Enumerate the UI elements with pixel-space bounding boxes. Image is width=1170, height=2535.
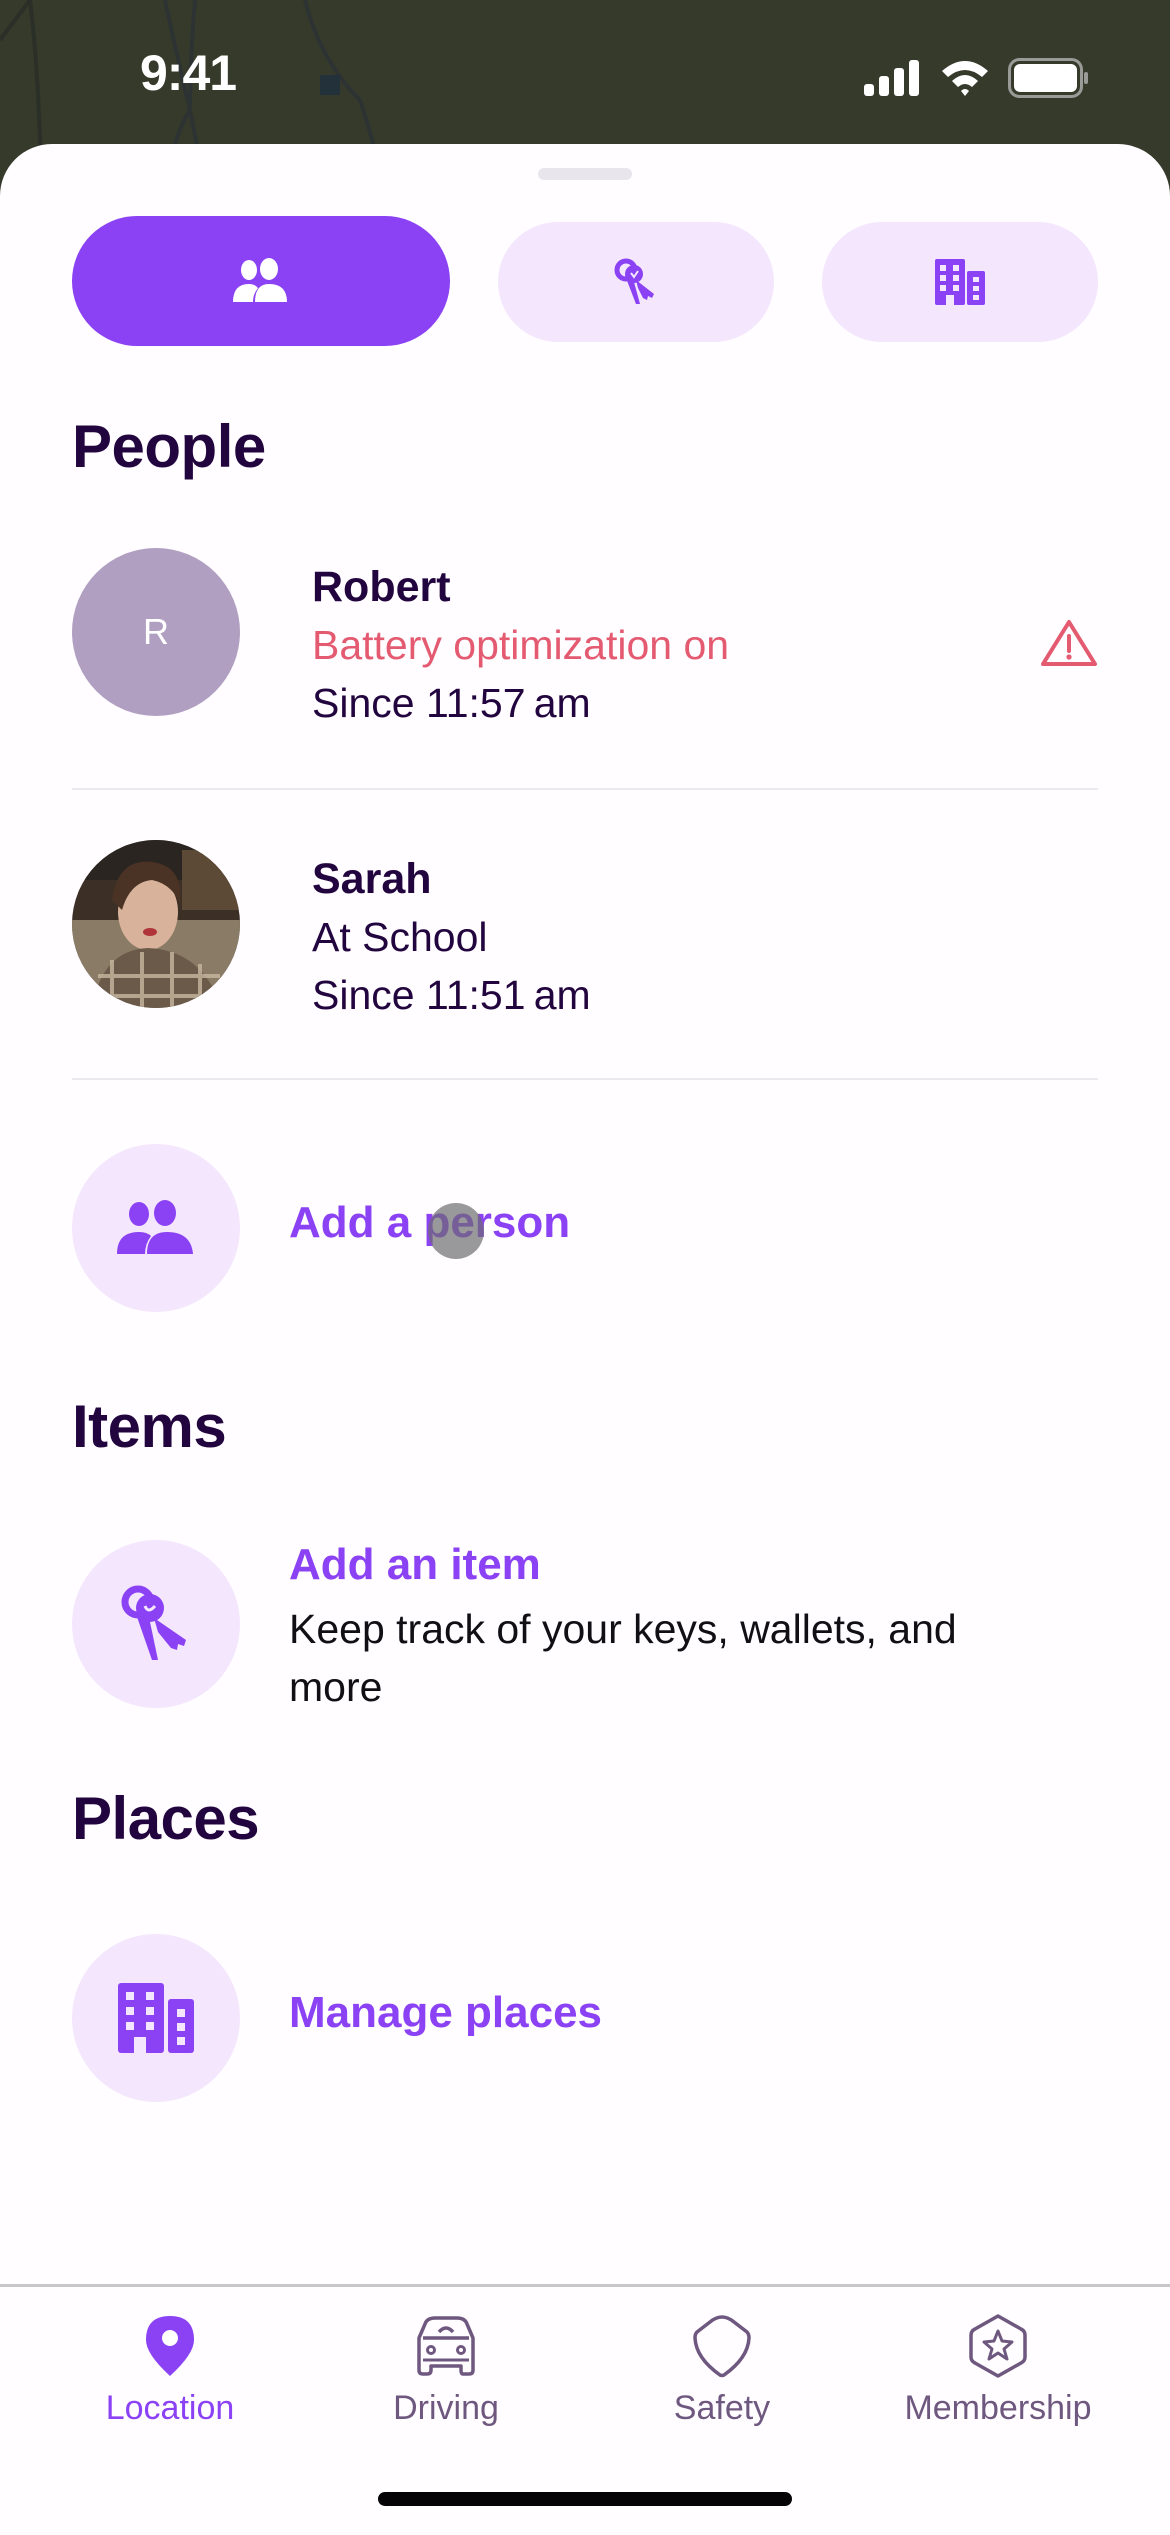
person-since: Since 11:51 am — [312, 972, 591, 1018]
keys-icon — [121, 1585, 186, 1660]
tab-label: Membership — [904, 2389, 1092, 2427]
touch-indicator — [428, 1203, 484, 1259]
divider — [72, 788, 1098, 790]
car-icon — [417, 2316, 475, 2376]
tab-label: Driving — [393, 2389, 499, 2427]
tab-driving[interactable]: Driving — [300, 2287, 592, 2447]
tab-membership[interactable]: Membership — [852, 2287, 1144, 2447]
tab-label: Safety — [673, 2389, 771, 2427]
keys-icon — [614, 258, 654, 304]
add-person-icon-circle — [72, 1144, 240, 1312]
cellular-signal-icon — [864, 60, 919, 96]
manage-places-label: Manage places — [289, 1988, 603, 2037]
people-section-title: People — [72, 413, 266, 480]
avatar-initial: R — [143, 611, 169, 652]
person-status: At School — [312, 914, 488, 960]
avatar-photo — [72, 840, 240, 1008]
sheet-grabber[interactable] — [538, 168, 632, 180]
avatar — [72, 840, 240, 1008]
tab-safety[interactable]: Safety — [576, 2287, 868, 2447]
tab-label: Location — [105, 2389, 235, 2427]
person-since: Since 11:57 am — [312, 680, 591, 726]
building-icon — [118, 1983, 194, 2053]
shield-icon — [693, 2315, 751, 2378]
add-item-description: Keep track of your keys, wallets, and mo… — [289, 1606, 957, 1710]
add-item-button[interactable]: Add an item Keep track of your keys, wal… — [72, 1540, 1098, 1720]
status-icons — [864, 58, 1090, 98]
wifi-icon — [942, 61, 988, 96]
avatar: R — [72, 548, 240, 716]
add-item-label: Add an item — [289, 1540, 541, 1589]
building-icon — [935, 259, 985, 305]
status-bar: 9:41 — [0, 0, 1170, 150]
location-pin-icon — [146, 2316, 194, 2376]
manage-places-button[interactable]: Manage places — [72, 1934, 1098, 2104]
segment-people[interactable] — [72, 216, 450, 346]
status-time: 9:41 — [140, 45, 237, 101]
person-row-sarah[interactable]: Sarah At School Since 11:51 am — [72, 840, 1098, 1018]
person-status: Battery optimization on — [312, 622, 730, 668]
home-indicator[interactable] — [378, 2492, 792, 2506]
person-name: Sarah — [312, 855, 432, 903]
divider — [72, 1078, 1098, 1080]
battery-icon — [1008, 58, 1088, 98]
people-icon — [117, 1200, 193, 1254]
star-badge-icon — [969, 2314, 1027, 2378]
add-person-button[interactable]: Add a person — [72, 1144, 1098, 1314]
people-icon — [233, 258, 287, 302]
tab-location[interactable]: Location — [24, 2287, 316, 2447]
add-item-icon-circle — [72, 1540, 240, 1708]
warning-icon[interactable] — [1040, 618, 1098, 668]
person-name: Robert — [312, 563, 451, 611]
places-section-title: Places — [72, 1785, 260, 1852]
bottom-sheet: People R Robert Battery optimization on … — [0, 144, 1170, 2532]
items-section-title: Items — [72, 1393, 227, 1460]
person-row-robert[interactable]: R Robert Battery optimization on Since 1… — [72, 548, 1098, 726]
segment-items[interactable] — [498, 222, 774, 342]
manage-places-icon-circle — [72, 1934, 240, 2102]
segment-places[interactable] — [822, 222, 1098, 342]
